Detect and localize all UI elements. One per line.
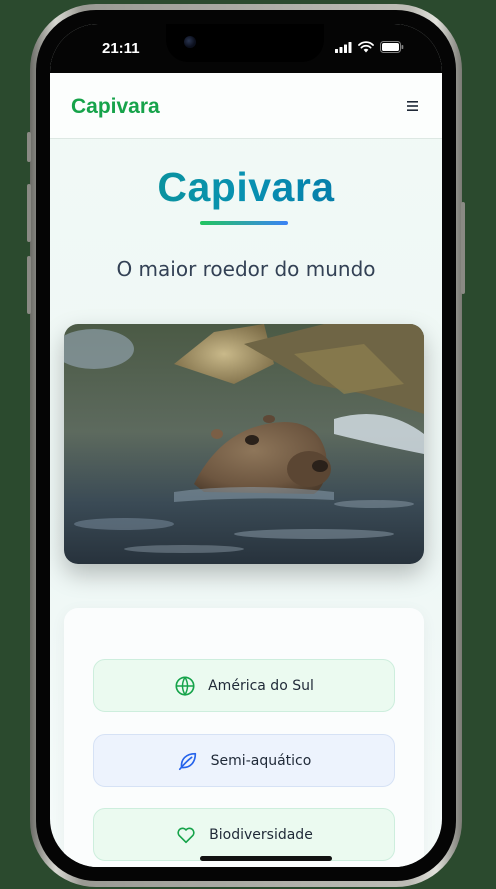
volume-down-button bbox=[27, 256, 31, 314]
phone-screen: 21:11 Capivara Capivara O maior roedor d… bbox=[50, 24, 442, 867]
phone-frame: 21:11 Capivara Capivara O maior roedor d… bbox=[27, 4, 465, 887]
hamburger-menu-button[interactable] bbox=[404, 97, 424, 115]
volume-up-button bbox=[27, 184, 31, 242]
features-card: América do Sul Semi-aquático Biodiversid… bbox=[64, 608, 424, 867]
hero-title: Capivara bbox=[50, 164, 442, 211]
feature-label: Biodiversidade bbox=[209, 826, 313, 843]
wifi-icon bbox=[358, 41, 374, 53]
feature-item-south-america[interactable]: América do Sul bbox=[93, 659, 395, 712]
status-time: 21:11 bbox=[102, 40, 140, 57]
brand-logo-text[interactable]: Capivara bbox=[71, 95, 160, 119]
camera-icon bbox=[184, 36, 196, 48]
signal-icon bbox=[335, 41, 352, 53]
feature-item-semi-aquatic[interactable]: Semi-aquático bbox=[93, 734, 395, 787]
leaf-icon bbox=[178, 752, 196, 770]
dynamic-island bbox=[166, 24, 324, 62]
feature-item-biodiversity[interactable]: Biodiversidade bbox=[93, 808, 395, 861]
mute-switch bbox=[27, 132, 31, 162]
feature-label: América do Sul bbox=[208, 677, 314, 694]
menu-icon bbox=[407, 101, 418, 111]
phone-bezel: 21:11 Capivara Capivara O maior roedor d… bbox=[36, 10, 456, 881]
power-button bbox=[461, 202, 465, 294]
feature-label: Semi-aquático bbox=[210, 752, 312, 769]
home-indicator[interactable] bbox=[200, 856, 332, 861]
status-bar: 21:11 bbox=[50, 24, 442, 73]
heart-icon bbox=[177, 827, 195, 843]
battery-icon bbox=[380, 41, 404, 53]
hero-subtitle: O maior roedor do mundo bbox=[116, 257, 376, 281]
title-underline bbox=[200, 221, 288, 225]
status-icons bbox=[335, 41, 404, 53]
top-navbar: Capivara bbox=[50, 73, 442, 139]
capybara-photo bbox=[64, 324, 424, 564]
globe-icon bbox=[175, 675, 195, 696]
